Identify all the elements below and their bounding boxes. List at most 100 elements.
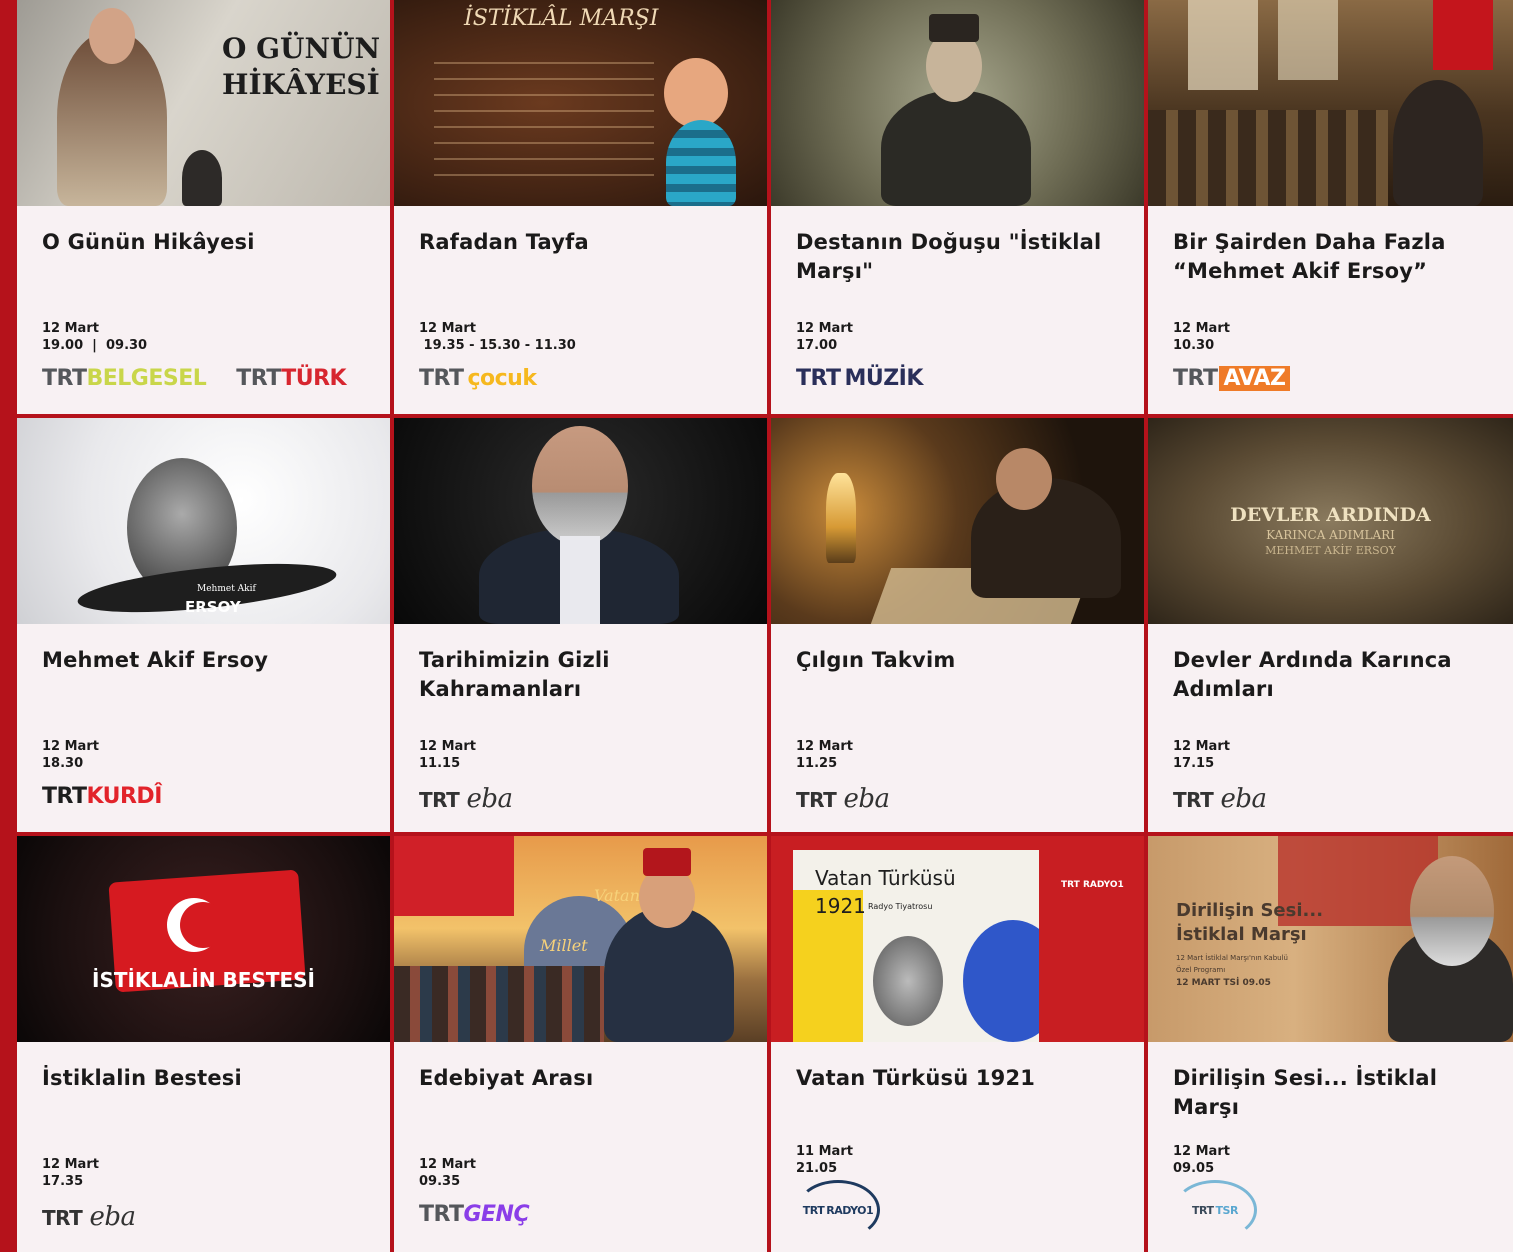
thumbnail-subtitle: MEHMET AKİF ERSOY bbox=[1265, 544, 1396, 557]
channel-logo: TRTTÜRK bbox=[236, 366, 347, 391]
program-date: 12 Mart bbox=[796, 321, 853, 336]
program-card[interactable]: Mehmet Akif ERSOY Mehmet Akif Ersoy 12 M… bbox=[17, 418, 390, 832]
program-card[interactable]: Destanın Doğuşu "İstiklal Marşı" 12 Mart… bbox=[771, 0, 1144, 414]
program-schedule: 12 Mart 09.35 bbox=[419, 1156, 476, 1190]
program-info: Çılgın Takvim 12 Mart 11.25 TRT eba bbox=[771, 624, 1144, 832]
portrait-caption: ERSOY bbox=[185, 598, 241, 616]
program-card[interactable]: Dirilişin Sesi... İstiklal Marşı 12 Mart… bbox=[1148, 836, 1513, 1252]
audience bbox=[1148, 110, 1388, 206]
program-thumbnail[interactable] bbox=[394, 418, 767, 624]
program-info: Dirilişin Sesi... İstiklal Marşı 12 Mart… bbox=[1148, 1042, 1513, 1252]
program-date: 12 Mart bbox=[1173, 321, 1230, 336]
program-time: 11.15 bbox=[419, 756, 461, 771]
thumbnail-word: Vatan bbox=[594, 886, 640, 905]
program-card[interactable]: Bir Şairden Daha Fazla “Mehmet Akif Erso… bbox=[1148, 0, 1513, 414]
channel-logo: TRT eba bbox=[1173, 784, 1267, 814]
program-time: 17.00 bbox=[796, 338, 838, 353]
oil-lamp bbox=[826, 473, 856, 563]
program-info: İstiklalin Bestesi 12 Mart 17.35 TRT eba bbox=[17, 1042, 390, 1252]
program-thumbnail[interactable]: İSTİKLALİN BESTESİ bbox=[17, 836, 390, 1042]
program-thumbnail[interactable]: İSTİKLÂL MARŞI bbox=[394, 0, 767, 206]
program-schedule: 12 Mart 18.30 bbox=[42, 738, 99, 772]
program-card[interactable]: Vatan Millet Edebiyat Arası 12 Mart 09.3… bbox=[394, 836, 767, 1252]
channel-logo: TRT eba bbox=[796, 784, 890, 814]
program-info: Tarihimizin Gizli Kahramanları 12 Mart 1… bbox=[394, 624, 767, 832]
program-time: 09.05 bbox=[1173, 1161, 1215, 1176]
program-card[interactable]: Tarihimizin Gizli Kahramanları 12 Mart 1… bbox=[394, 418, 767, 832]
shirt bbox=[560, 536, 600, 624]
thumbnail-subtitle: KARINCA ADIMLARI bbox=[1266, 528, 1395, 542]
program-title: Dirilişin Sesi... İstiklal Marşı bbox=[1173, 1066, 1438, 1119]
portrait-caption: Mehmet Akif bbox=[197, 584, 256, 594]
program-title: Destanın Doğuşu "İstiklal Marşı" bbox=[796, 230, 1102, 283]
program-thumbnail[interactable] bbox=[771, 0, 1144, 206]
window bbox=[1278, 0, 1338, 80]
program-card[interactable]: Vatan Türküsü 1921 Radyo Tiyatrosu TRT R… bbox=[771, 836, 1144, 1252]
channel-logos: TRTKURDÎ bbox=[42, 784, 162, 809]
program-time: 19.00 | 09.30 bbox=[42, 338, 148, 353]
program-card[interactable]: Çılgın Takvim 12 Mart 11.25 TRT eba bbox=[771, 418, 1144, 832]
program-info: Destanın Doğuşu "İstiklal Marşı" 12 Mart… bbox=[771, 206, 1144, 414]
thumbnail-word: Millet bbox=[540, 936, 588, 955]
program-schedule: 11 Mart 21.05 bbox=[796, 1143, 853, 1177]
program-card[interactable]: O GÜNÜN HİKÂYESİ O Günün Hikâyesi 12 Mar… bbox=[17, 0, 390, 414]
thumbnail-title: DEVLER ARDINDA bbox=[1230, 504, 1431, 526]
program-time: 17.15 bbox=[1173, 756, 1215, 771]
program-schedule: 12 Mart 19.35 - 15.30 - 11.30 bbox=[419, 320, 576, 354]
program-thumbnail[interactable]: Vatan Millet bbox=[394, 836, 767, 1042]
program-date: 12 Mart bbox=[419, 1157, 476, 1172]
program-thumbnail[interactable]: Vatan Türküsü 1921 Radyo Tiyatrosu TRT R… bbox=[771, 836, 1144, 1042]
thumbnail-title: İSTİKLALİN BESTESİ bbox=[92, 968, 315, 992]
channel-logo: TRTGENÇ bbox=[419, 1202, 530, 1227]
program-thumbnail[interactable]: Mehmet Akif ERSOY bbox=[17, 418, 390, 624]
program-thumbnail[interactable]: Dirilişin Sesi... İstiklal Marşı 12 Mart… bbox=[1148, 836, 1513, 1042]
program-schedule: 12 Mart 11.15 bbox=[419, 738, 476, 772]
blue-shape bbox=[963, 920, 1039, 1042]
child-head bbox=[664, 58, 728, 128]
program-date: 12 Mart bbox=[419, 321, 476, 336]
program-thumbnail[interactable]: DEVLER ARDINDA KARINCA ADIMLARI MEHMET A… bbox=[1148, 418, 1513, 624]
fez-hat bbox=[929, 14, 979, 42]
program-grid: O GÜNÜN HİKÂYESİ O Günün Hikâyesi 12 Mar… bbox=[17, 0, 1513, 1252]
channel-logos: TRTGENÇ bbox=[419, 1202, 530, 1227]
channel-logo: TRT TSR bbox=[1173, 1180, 1257, 1240]
channel-logo: TRT çocuk bbox=[419, 366, 537, 391]
man-head bbox=[532, 426, 628, 546]
program-card[interactable]: DEVLER ARDINDA KARINCA ADIMLARI MEHMET A… bbox=[1148, 418, 1513, 832]
program-title: Çılgın Takvim bbox=[796, 648, 956, 672]
program-schedule: 12 Mart 17.15 bbox=[1173, 738, 1230, 772]
thumbnail-title: Dirilişin Sesi... bbox=[1176, 900, 1324, 921]
program-info: Bir Şairden Daha Fazla “Mehmet Akif Erso… bbox=[1148, 206, 1513, 414]
radio-logo: TRT RADYO1 bbox=[1061, 880, 1124, 890]
channel-logo: TRTBELGESEL bbox=[42, 366, 207, 391]
program-thumbnail[interactable] bbox=[1148, 0, 1513, 206]
thumbnail-title: İstiklal Marşı bbox=[1176, 924, 1307, 945]
channel-logos: TRT çocuk bbox=[419, 366, 537, 391]
program-title: Devler Ardında Karınca Adımları bbox=[1173, 648, 1452, 701]
man-figure bbox=[881, 90, 1031, 206]
program-title: Edebiyat Arası bbox=[419, 1066, 594, 1090]
program-schedule: 12 Mart 09.05 bbox=[1173, 1143, 1230, 1177]
program-schedule: 12 Mart 17.35 bbox=[42, 1156, 99, 1190]
channel-logo: TRT AVAZ bbox=[1173, 366, 1290, 391]
fez-hat bbox=[643, 848, 691, 876]
channel-logos: TRT eba bbox=[42, 1202, 136, 1232]
channel-logos: TRT MÜZİK bbox=[796, 366, 923, 391]
program-thumbnail[interactable] bbox=[771, 418, 1144, 624]
program-date: 11 Mart bbox=[796, 1144, 853, 1159]
program-title: İstiklalin Bestesi bbox=[42, 1066, 242, 1090]
program-date: 12 Mart bbox=[1173, 1144, 1230, 1159]
program-title: Tarihimizin Gizli Kahramanları bbox=[419, 648, 610, 701]
program-title: Mehmet Akif Ersoy bbox=[42, 648, 269, 672]
program-schedule: 12 Mart 19.00 | 09.30 bbox=[42, 320, 147, 354]
program-info: O Günün Hikâyesi 12 Mart 19.00 | 09.30 T… bbox=[17, 206, 390, 414]
program-card[interactable]: İSTİKLALİN BESTESİ İstiklalin Bestesi 12… bbox=[17, 836, 390, 1252]
program-info: Edebiyat Arası 12 Mart 09.35 TRTGENÇ bbox=[394, 1042, 767, 1252]
channel-logos: TRT eba bbox=[1173, 784, 1267, 814]
program-card[interactable]: İSTİKLÂL MARŞI Rafadan Tayfa 12 Mart 19.… bbox=[394, 0, 767, 414]
program-info: Devler Ardında Karınca Adımları 12 Mart … bbox=[1148, 624, 1513, 832]
program-date: 12 Mart bbox=[1173, 739, 1230, 754]
program-title: Rafadan Tayfa bbox=[419, 230, 589, 254]
program-info: Rafadan Tayfa 12 Mart 19.35 - 15.30 - 11… bbox=[394, 206, 767, 414]
program-thumbnail[interactable]: O GÜNÜN HİKÂYESİ bbox=[17, 0, 390, 206]
